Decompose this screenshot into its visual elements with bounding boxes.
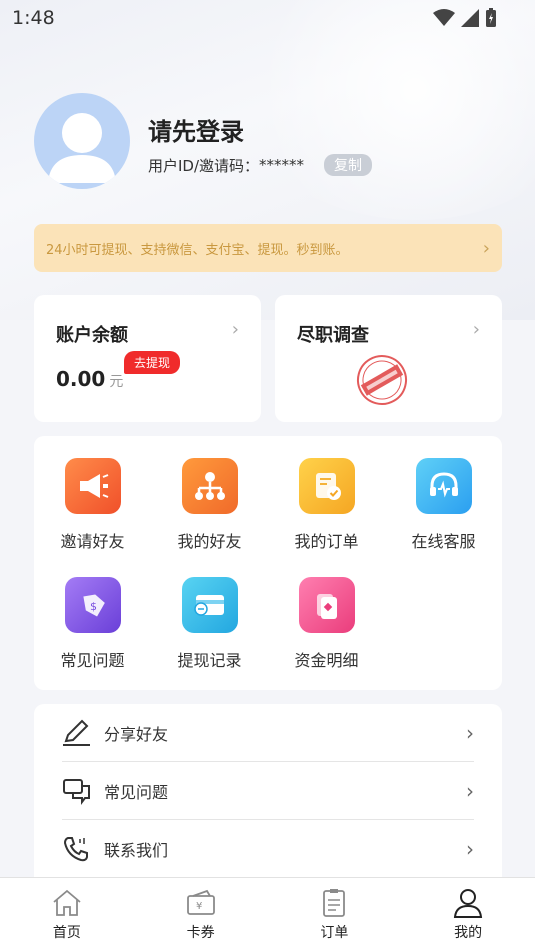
grid-item-label: 我的好友 bbox=[177, 532, 242, 551]
balance-unit: 元 bbox=[109, 374, 124, 390]
svg-text:$: $ bbox=[90, 600, 97, 613]
headset-icon bbox=[415, 458, 472, 514]
tab-mine[interactable]: 我的 bbox=[401, 878, 535, 951]
grid-item-label: 在线客服 bbox=[411, 532, 476, 551]
home-icon bbox=[53, 889, 81, 916]
function-grid: 邀请好友 我的好友 我的订单 在线客服 $ 常见问题 提现记录 资金明细 bbox=[34, 436, 502, 690]
status-bar: 1:48 bbox=[0, 0, 535, 36]
balance-title: 账户余额 bbox=[56, 325, 128, 346]
grid-item-faq[interactable]: $ 常见问题 bbox=[34, 577, 151, 671]
default-avatar-icon bbox=[48, 113, 116, 183]
uid-value: ****** bbox=[259, 156, 305, 174]
notice-text: 24小时可提现、支持微信、支付宝、提现。秒到账。 bbox=[46, 242, 349, 258]
tab-coupons[interactable]: ¥ 卡券 bbox=[134, 878, 268, 951]
battery-icon bbox=[486, 8, 496, 27]
grid-item-label: 我的订单 bbox=[294, 532, 359, 551]
menu-item-faq[interactable]: 常见问题 › bbox=[62, 762, 474, 820]
survey-title: 尽职调查 bbox=[297, 325, 369, 346]
balance-value: 0.00 bbox=[56, 367, 106, 391]
grid-item-invite[interactable]: 邀请好友 bbox=[34, 458, 151, 552]
chevron-right-icon: › bbox=[482, 237, 490, 259]
notice-banner[interactable]: 24小时可提现、支持微信、支付宝、提现。秒到账。 › bbox=[34, 224, 502, 272]
survey-card[interactable]: 尽职调查 › bbox=[275, 295, 502, 422]
grid-item-label: 提现记录 bbox=[177, 651, 242, 670]
grid-item-fund-details[interactable]: 资金明细 bbox=[268, 577, 385, 671]
user-id-row: 用户ID/邀请码： ****** 复制 bbox=[148, 154, 373, 176]
tab-label: 卡券 bbox=[186, 925, 215, 941]
coupon-icon: ¥ bbox=[186, 889, 215, 915]
order-list-icon bbox=[323, 889, 346, 917]
chevron-right-icon: › bbox=[231, 319, 239, 340]
menu-item-contact[interactable]: 联系我们 › bbox=[62, 820, 474, 878]
user-icon bbox=[454, 889, 483, 918]
chevron-right-icon: › bbox=[466, 721, 474, 745]
balance-card[interactable]: 账户余额 › 0.00 元 去提现 bbox=[34, 295, 261, 422]
menu-item-label: 联系我们 bbox=[104, 841, 169, 860]
status-icons bbox=[433, 8, 497, 28]
megaphone-icon bbox=[64, 458, 121, 514]
wifi-icon bbox=[433, 9, 455, 26]
tab-label: 首页 bbox=[52, 925, 81, 941]
grid-item-withdraw-records[interactable]: 提现记录 bbox=[151, 577, 268, 671]
grid-item-online-service[interactable]: 在线客服 bbox=[385, 458, 502, 552]
grid-item-label: 资金明细 bbox=[294, 651, 359, 670]
tag-icon: $ bbox=[64, 577, 121, 633]
chat-icon bbox=[63, 779, 90, 805]
balance-amount: 0.00 元 bbox=[56, 367, 123, 391]
phone-icon bbox=[63, 837, 88, 862]
menu-item-label: 常见问题 bbox=[104, 783, 169, 802]
chevron-right-icon: › bbox=[466, 837, 474, 861]
tab-label: 我的 bbox=[454, 925, 483, 941]
network-icon bbox=[181, 458, 238, 514]
svg-text:¥: ¥ bbox=[196, 901, 202, 912]
wallet-icon bbox=[298, 577, 355, 633]
stamp-icon bbox=[357, 355, 407, 405]
bottom-tab-bar: 首页 ¥ 卡券 订单 我的 bbox=[0, 877, 535, 951]
grid-item-my-orders[interactable]: 我的订单 bbox=[268, 458, 385, 552]
menu-list: 分享好友 › 常见问题 › 联系我们 › bbox=[34, 704, 502, 884]
withdraw-button[interactable]: 去提现 bbox=[124, 351, 181, 374]
menu-item-label: 分享好友 bbox=[104, 725, 169, 744]
status-time: 1:48 bbox=[12, 7, 55, 29]
copy-button[interactable]: 复制 bbox=[324, 154, 373, 176]
pencil-icon bbox=[63, 719, 90, 746]
tab-orders[interactable]: 订单 bbox=[268, 878, 402, 951]
grid-item-label: 邀请好友 bbox=[60, 532, 125, 551]
chevron-right-icon: › bbox=[466, 779, 474, 803]
tab-home[interactable]: 首页 bbox=[0, 878, 134, 951]
menu-item-share[interactable]: 分享好友 › bbox=[62, 704, 474, 762]
tab-label: 订单 bbox=[320, 925, 349, 941]
chevron-right-icon: › bbox=[472, 319, 480, 340]
grid-item-my-friends[interactable]: 我的好友 bbox=[151, 458, 268, 552]
signal-icon bbox=[461, 9, 479, 27]
card-icon bbox=[181, 577, 238, 633]
uid-label: 用户ID/邀请码： bbox=[148, 156, 260, 175]
order-icon bbox=[298, 458, 355, 514]
grid-item-label: 常见问题 bbox=[60, 651, 125, 670]
login-prompt[interactable]: 请先登录 bbox=[148, 112, 244, 147]
avatar[interactable] bbox=[34, 93, 130, 189]
